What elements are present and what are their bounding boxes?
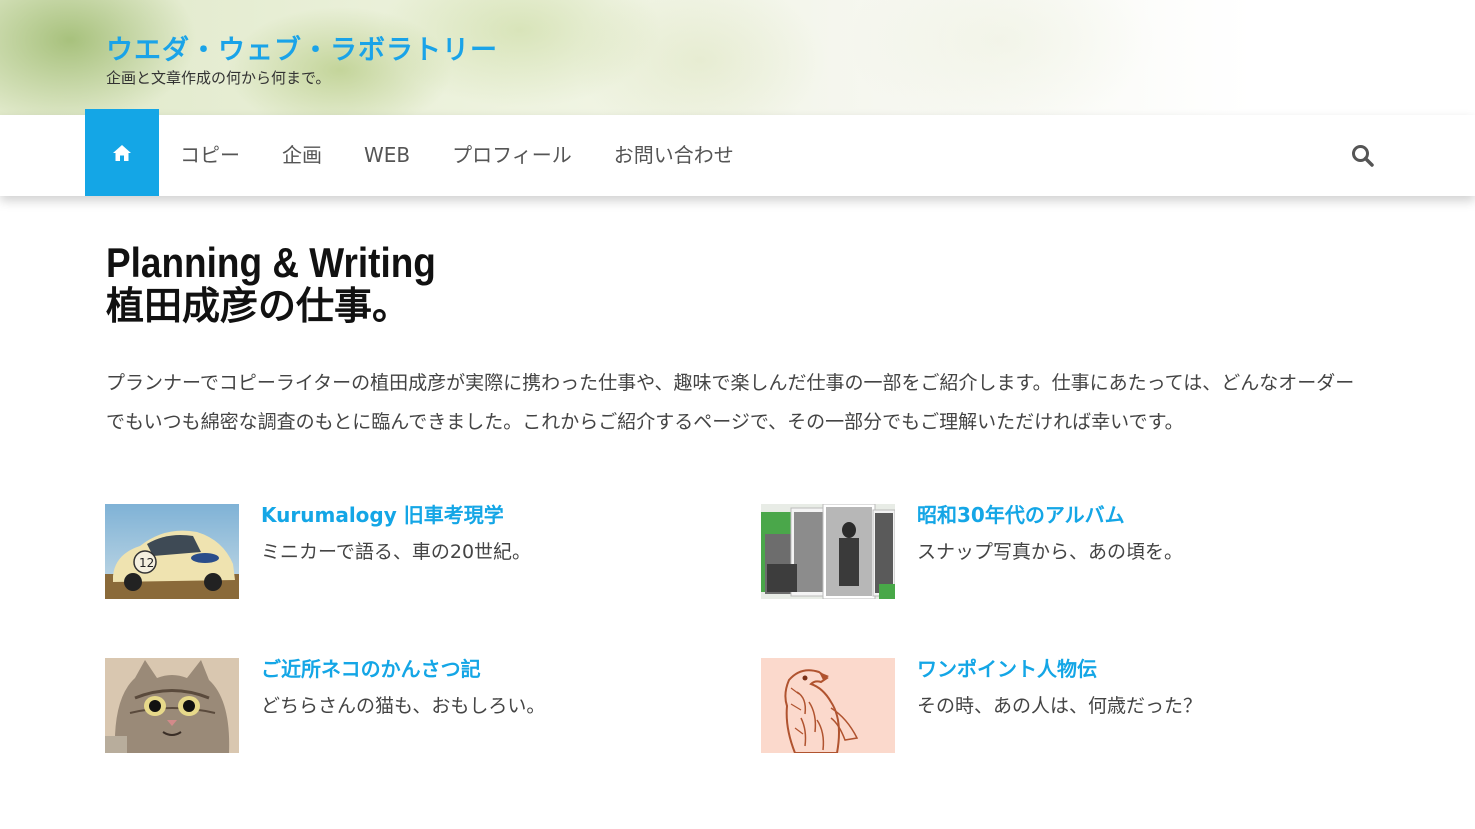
toy-car-thumbnail[interactable]: 12 xyxy=(105,504,239,599)
work-card-one-point-biography[interactable]: ワンポイント人物伝 その時、あの人は、何歳だった？ xyxy=(761,657,1361,753)
old-photos-collage xyxy=(761,504,895,599)
work-card-kurumalogy[interactable]: 12 Kurumalogy 旧車考現学 ミニカーで語る、車の20世紀。 xyxy=(105,503,705,599)
old-photos-thumbnail[interactable] xyxy=(761,504,895,599)
work-desc-one-point-biography: その時、あの人は、何歳だった？ xyxy=(917,695,1203,717)
work-card-showa-album[interactable]: 昭和30年代のアルバム スナップ写真から、あの頃を。 xyxy=(761,503,1361,599)
hawk-illustration xyxy=(761,658,895,753)
main-content: Planning & Writing 植田成彦の仕事。 xyxy=(106,239,1376,342)
site-header: ウエダ・ウェブ・ラボラトリー 企画と文章作成の何から何まで。 xyxy=(0,0,1475,115)
nav-item-copy[interactable]: コピー xyxy=(159,115,261,196)
nav-item-profile[interactable]: プロフィール xyxy=(431,115,593,196)
hawk-thumbnail[interactable] xyxy=(761,658,895,753)
work-title-showa-album[interactable]: 昭和30年代のアルバム xyxy=(917,499,1125,528)
work-title-kurumalogy[interactable]: Kurumalogy 旧車考現学 xyxy=(261,499,504,528)
nav-menu: コピー 企画 WEB プロフィール お問い合わせ xyxy=(159,115,755,196)
headline-japanese: 植田成彦の仕事。 xyxy=(106,284,411,329)
nav-item-web[interactable]: WEB xyxy=(343,115,431,196)
work-desc-showa-album: スナップ写真から、あの頃を。 xyxy=(917,541,1184,563)
home-icon xyxy=(113,144,131,161)
svg-text:12: 12 xyxy=(139,556,154,570)
search-icon xyxy=(1352,145,1374,167)
main-nav: コピー 企画 WEB プロフィール お問い合わせ xyxy=(0,109,1475,196)
intro-paragraph: プランナーでコピーライターの植田成彦が実際に携わった仕事や、趣味で楽しんだ仕事の… xyxy=(106,372,1355,433)
tabby-cat-photo xyxy=(105,658,239,753)
work-card-neighbor-cats[interactable]: ご近所ネコのかんさつ記 どちらさんの猫も、おもしろい。 xyxy=(105,657,705,753)
nav-item-planning[interactable]: 企画 xyxy=(261,115,343,196)
site-tagline: 企画と文章作成の何から何まで。 xyxy=(106,69,331,87)
site-title[interactable]: ウエダ・ウェブ・ラボラトリー xyxy=(106,28,498,67)
nav-home-button[interactable] xyxy=(85,109,159,196)
work-title-neighbor-cats[interactable]: ご近所ネコのかんさつ記 xyxy=(261,653,481,682)
toy-car-photo: 12 xyxy=(105,504,239,599)
work-desc-neighbor-cats: どちらさんの猫も、おもしろい。 xyxy=(261,695,546,717)
work-desc-kurumalogy: ミニカーで語る、車の20世紀。 xyxy=(261,541,532,563)
work-title-one-point-biography[interactable]: ワンポイント人物伝 xyxy=(917,653,1097,682)
cat-thumbnail[interactable] xyxy=(105,658,239,753)
search-button[interactable] xyxy=(1350,143,1376,169)
headline-english: Planning & Writing xyxy=(106,239,436,286)
nav-item-contact[interactable]: お問い合わせ xyxy=(593,115,755,196)
